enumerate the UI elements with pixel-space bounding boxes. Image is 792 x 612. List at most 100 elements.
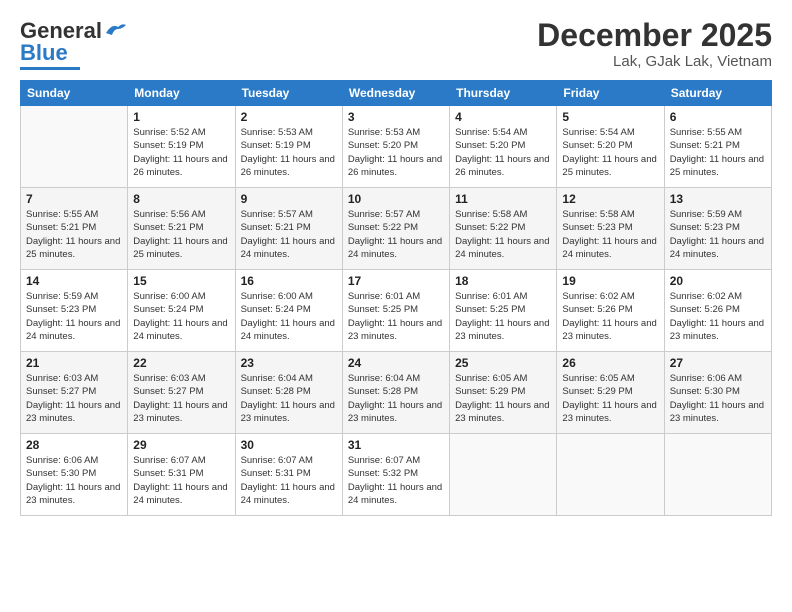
calendar-cell: 4Sunrise: 5:54 AMSunset: 5:20 PMDaylight… bbox=[450, 106, 557, 188]
calendar-cell: 7Sunrise: 5:55 AMSunset: 5:21 PMDaylight… bbox=[21, 188, 128, 270]
day-info: Sunrise: 6:01 AMSunset: 5:25 PMDaylight:… bbox=[348, 290, 444, 343]
day-number: 14 bbox=[26, 274, 122, 288]
day-info: Sunrise: 6:06 AMSunset: 5:30 PMDaylight:… bbox=[26, 454, 122, 507]
day-info: Sunrise: 6:05 AMSunset: 5:29 PMDaylight:… bbox=[455, 372, 551, 425]
day-info: Sunrise: 6:00 AMSunset: 5:24 PMDaylight:… bbox=[241, 290, 337, 343]
day-number: 5 bbox=[562, 110, 658, 124]
day-info: Sunrise: 6:07 AMSunset: 5:32 PMDaylight:… bbox=[348, 454, 444, 507]
calendar-cell: 15 Sunrise: 6:00 AMSunset: 5:24 PMDayligh… bbox=[128, 270, 235, 352]
calendar-cell: 2 Sunrise: 5:53 AMSunset: 5:19 PMDaylight… bbox=[235, 106, 342, 188]
day-number: 17 bbox=[348, 274, 444, 288]
day-number: 27 bbox=[670, 356, 766, 370]
day-number: 19 bbox=[562, 274, 658, 288]
calendar-cell: 17 Sunrise: 6:01 AMSunset: 5:25 PMDayligh… bbox=[342, 270, 449, 352]
day-number: 6 bbox=[670, 110, 766, 124]
calendar-row: 28 Sunrise: 6:06 AMSunset: 5:30 PMDayligh… bbox=[21, 434, 772, 516]
day-number: 2 bbox=[241, 110, 337, 124]
calendar-cell: 8 Sunrise: 5:56 AMSunset: 5:21 PMDaylight… bbox=[128, 188, 235, 270]
calendar-cell: 22Sunrise: 6:03 AMSunset: 5:27 PMDayligh… bbox=[128, 352, 235, 434]
logo: General Blue bbox=[20, 18, 126, 70]
weekday-header-saturday: Saturday bbox=[664, 81, 771, 106]
calendar-cell: 6 Sunrise: 5:55 AMSunset: 5:21 PMDaylight… bbox=[664, 106, 771, 188]
calendar-cell: 9Sunrise: 5:57 AMSunset: 5:21 PMDaylight… bbox=[235, 188, 342, 270]
day-info: Sunrise: 5:55 AMSunset: 5:21 PMDaylight:… bbox=[670, 126, 766, 179]
calendar-cell: 28 Sunrise: 6:06 AMSunset: 5:30 PMDayligh… bbox=[21, 434, 128, 516]
day-info: Sunrise: 6:05 AMSunset: 5:29 PMDaylight:… bbox=[562, 372, 658, 425]
calendar-cell: 30Sunrise: 6:07 AMSunset: 5:31 PMDayligh… bbox=[235, 434, 342, 516]
day-number: 22 bbox=[133, 356, 229, 370]
weekday-header-sunday: Sunday bbox=[21, 81, 128, 106]
calendar-cell: 23 Sunrise: 6:04 AMSunset: 5:28 PMDayligh… bbox=[235, 352, 342, 434]
calendar-cell: 5 Sunrise: 5:54 AMSunset: 5:20 PMDaylight… bbox=[557, 106, 664, 188]
weekday-header-thursday: Thursday bbox=[450, 81, 557, 106]
calendar-cell: 10 Sunrise: 5:57 AMSunset: 5:22 PMDayligh… bbox=[342, 188, 449, 270]
calendar-header-row: SundayMondayTuesdayWednesdayThursdayFrid… bbox=[21, 81, 772, 106]
day-number: 20 bbox=[670, 274, 766, 288]
day-number: 13 bbox=[670, 192, 766, 206]
day-info: Sunrise: 6:04 AMSunset: 5:28 PMDaylight:… bbox=[348, 372, 444, 425]
calendar-cell: 19 Sunrise: 6:02 AMSunset: 5:26 PMDayligh… bbox=[557, 270, 664, 352]
day-number: 16 bbox=[241, 274, 337, 288]
weekday-header-monday: Monday bbox=[128, 81, 235, 106]
day-info: Sunrise: 5:53 AMSunset: 5:19 PMDaylight:… bbox=[241, 126, 337, 179]
calendar-cell: 3Sunrise: 5:53 AMSunset: 5:20 PMDaylight… bbox=[342, 106, 449, 188]
day-number: 21 bbox=[26, 356, 122, 370]
calendar-cell: 11 Sunrise: 5:58 AMSunset: 5:22 PMDayligh… bbox=[450, 188, 557, 270]
day-number: 8 bbox=[133, 192, 229, 206]
day-info: Sunrise: 5:57 AMSunset: 5:22 PMDaylight:… bbox=[348, 208, 444, 261]
day-info: Sunrise: 6:03 AMSunset: 5:27 PMDaylight:… bbox=[26, 372, 122, 425]
day-number: 28 bbox=[26, 438, 122, 452]
calendar-cell: 25 Sunrise: 6:05 AMSunset: 5:29 PMDayligh… bbox=[450, 352, 557, 434]
day-info: Sunrise: 5:59 AMSunset: 5:23 PMDaylight:… bbox=[670, 208, 766, 261]
day-number: 11 bbox=[455, 192, 551, 206]
day-number: 31 bbox=[348, 438, 444, 452]
calendar-cell: 14 Sunrise: 5:59 AMSunset: 5:23 PMDayligh… bbox=[21, 270, 128, 352]
logo-underline bbox=[20, 67, 80, 70]
calendar-cell: 12Sunrise: 5:58 AMSunset: 5:23 PMDayligh… bbox=[557, 188, 664, 270]
day-number: 25 bbox=[455, 356, 551, 370]
calendar-cell: 18Sunrise: 6:01 AMSunset: 5:25 PMDayligh… bbox=[450, 270, 557, 352]
calendar-cell bbox=[450, 434, 557, 516]
day-info: Sunrise: 5:54 AMSunset: 5:20 PMDaylight:… bbox=[562, 126, 658, 179]
day-info: Sunrise: 6:07 AMSunset: 5:31 PMDaylight:… bbox=[133, 454, 229, 507]
day-number: 10 bbox=[348, 192, 444, 206]
day-number: 12 bbox=[562, 192, 658, 206]
day-number: 15 bbox=[133, 274, 229, 288]
page: General Blue December 2025 Lak, GJak Lak… bbox=[0, 0, 792, 612]
logo-blue: Blue bbox=[20, 40, 68, 66]
day-number: 24 bbox=[348, 356, 444, 370]
calendar-cell: 24 Sunrise: 6:04 AMSunset: 5:28 PMDayligh… bbox=[342, 352, 449, 434]
calendar-cell: 21 Sunrise: 6:03 AMSunset: 5:27 PMDayligh… bbox=[21, 352, 128, 434]
calendar-cell: 20Sunrise: 6:02 AMSunset: 5:26 PMDayligh… bbox=[664, 270, 771, 352]
title-block: December 2025 Lak, GJak Lak, Vietnam bbox=[537, 18, 772, 70]
day-info: Sunrise: 5:52 AMSunset: 5:19 PMDaylight:… bbox=[133, 126, 229, 179]
weekday-header-tuesday: Tuesday bbox=[235, 81, 342, 106]
calendar-cell bbox=[21, 106, 128, 188]
day-number: 3 bbox=[348, 110, 444, 124]
day-number: 26 bbox=[562, 356, 658, 370]
calendar-cell: 29Sunrise: 6:07 AMSunset: 5:31 PMDayligh… bbox=[128, 434, 235, 516]
location: Lak, GJak Lak, Vietnam bbox=[537, 53, 772, 70]
calendar-cell: 16 Sunrise: 6:00 AMSunset: 5:24 PMDayligh… bbox=[235, 270, 342, 352]
day-number: 23 bbox=[241, 356, 337, 370]
day-info: Sunrise: 5:59 AMSunset: 5:23 PMDaylight:… bbox=[26, 290, 122, 343]
day-number: 4 bbox=[455, 110, 551, 124]
day-number: 1 bbox=[133, 110, 229, 124]
day-info: Sunrise: 6:00 AMSunset: 5:24 PMDaylight:… bbox=[133, 290, 229, 343]
calendar-cell: 26 Sunrise: 6:05 AMSunset: 5:29 PMDayligh… bbox=[557, 352, 664, 434]
header: General Blue December 2025 Lak, GJak Lak… bbox=[20, 18, 772, 70]
day-info: Sunrise: 5:55 AMSunset: 5:21 PMDaylight:… bbox=[26, 208, 122, 261]
month-title: December 2025 bbox=[537, 18, 772, 53]
calendar-cell: 31 Sunrise: 6:07 AMSunset: 5:32 PMDayligh… bbox=[342, 434, 449, 516]
day-info: Sunrise: 5:58 AMSunset: 5:22 PMDaylight:… bbox=[455, 208, 551, 261]
calendar-row: 1 Sunrise: 5:52 AMSunset: 5:19 PMDaylight… bbox=[21, 106, 772, 188]
calendar-row: 7Sunrise: 5:55 AMSunset: 5:21 PMDaylight… bbox=[21, 188, 772, 270]
weekday-header-wednesday: Wednesday bbox=[342, 81, 449, 106]
calendar-row: 14 Sunrise: 5:59 AMSunset: 5:23 PMDayligh… bbox=[21, 270, 772, 352]
calendar-cell bbox=[557, 434, 664, 516]
day-info: Sunrise: 6:02 AMSunset: 5:26 PMDaylight:… bbox=[562, 290, 658, 343]
day-info: Sunrise: 5:56 AMSunset: 5:21 PMDaylight:… bbox=[133, 208, 229, 261]
day-info: Sunrise: 6:04 AMSunset: 5:28 PMDaylight:… bbox=[241, 372, 337, 425]
day-info: Sunrise: 6:01 AMSunset: 5:25 PMDaylight:… bbox=[455, 290, 551, 343]
calendar-table: SundayMondayTuesdayWednesdayThursdayFrid… bbox=[20, 80, 772, 516]
